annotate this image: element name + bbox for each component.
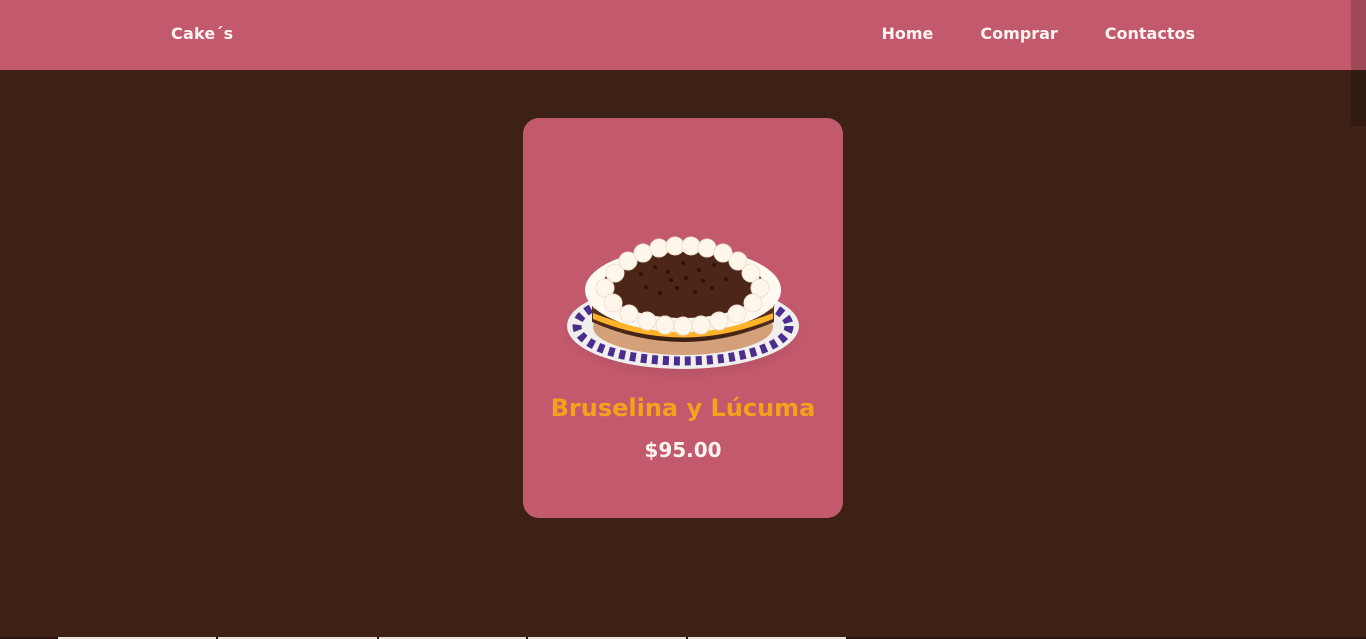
brand-logo[interactable]: Cake´s [171, 24, 233, 43]
nav-link-comprar[interactable]: Comprar [980, 24, 1057, 43]
cake-image [563, 230, 803, 398]
nav-link-contactos[interactable]: Contactos [1105, 24, 1195, 43]
product-name: Bruselina y Lúcuma [550, 394, 816, 422]
header: Cake´s Home Comprar Contactos [0, 0, 1366, 70]
nav-link-home[interactable]: Home [881, 24, 933, 43]
product-price: $95.00 [644, 438, 722, 462]
product-card[interactable]: Bruselina y Lúcuma $95.00 [523, 118, 843, 518]
scrollbar-thumb[interactable] [1351, 0, 1366, 126]
page: Cake´s Home Comprar Contactos Bruselina … [0, 0, 1366, 639]
main-nav: Home Comprar Contactos [881, 24, 1195, 43]
